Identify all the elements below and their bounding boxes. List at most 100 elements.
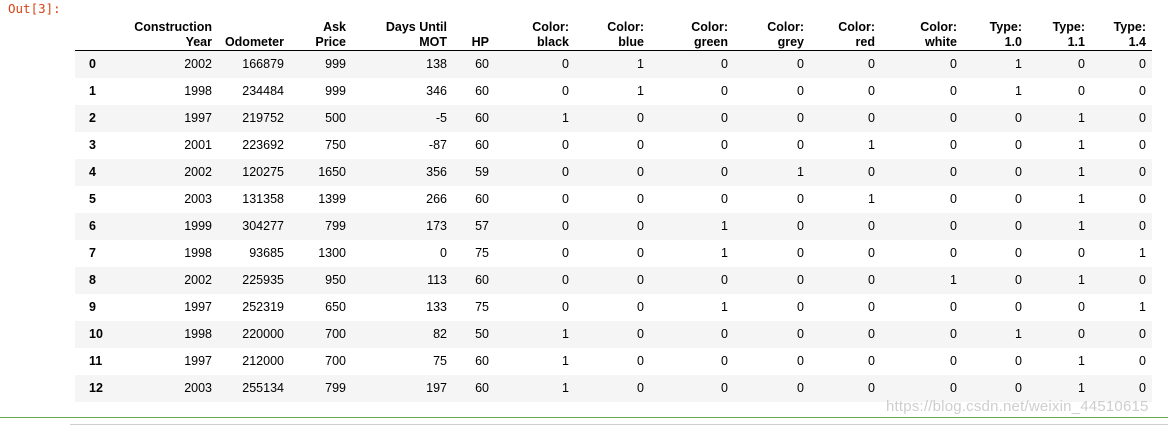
table-cell: 252319 bbox=[242, 300, 284, 314]
row-index: 10 bbox=[89, 327, 103, 341]
table-row: 2 1997 219752 500 -5 60 1 0 0 0 0 0 0 1 0 bbox=[75, 104, 1152, 132]
column-header-label: Color: grey bbox=[767, 20, 804, 49]
table-row: 1 1998 234484 999 346 60 0 1 0 0 0 0 1 0 0 bbox=[75, 78, 1152, 105]
table-cell: 0 bbox=[950, 246, 957, 260]
table-cell: 1997 bbox=[184, 111, 212, 125]
table-cell: 0 bbox=[637, 111, 644, 125]
table-cell: 0 bbox=[562, 165, 569, 179]
table-cell: 120275 bbox=[242, 165, 284, 179]
table-cell: 0 bbox=[868, 300, 875, 314]
column-header-label: HP bbox=[471, 35, 489, 49]
table-cell: 0 bbox=[1015, 300, 1022, 314]
table-cell: 0 bbox=[562, 57, 569, 72]
column-header: Color: green bbox=[650, 12, 734, 51]
table-cell: 75 bbox=[475, 300, 489, 314]
table-cell: 0 bbox=[1078, 327, 1085, 341]
notebook-output-cell: Out[3]: Construction Year Odometer Ask P… bbox=[0, 0, 1168, 427]
table-cell: 0 bbox=[1015, 273, 1022, 287]
column-header: Color: red bbox=[810, 12, 881, 51]
table-cell: 1650 bbox=[318, 165, 346, 179]
table-cell: 1 bbox=[562, 354, 569, 368]
table-cell: 0 bbox=[1078, 84, 1085, 98]
table-cell: 60 bbox=[475, 57, 489, 72]
table-cell: 0 bbox=[637, 246, 644, 260]
column-header-label: Color: white bbox=[920, 20, 957, 49]
table-cell: 0 bbox=[721, 273, 728, 287]
table-cell: 1 bbox=[637, 84, 644, 98]
table-cell: 0 bbox=[868, 111, 875, 125]
table-cell: 0 bbox=[721, 111, 728, 125]
column-header: Color: black bbox=[495, 12, 575, 51]
table-row: 10 1998 220000 700 82 50 1 0 0 0 0 0 1 0 0 bbox=[75, 320, 1152, 348]
table-row: 4 2002 120275 1650 356 59 0 0 0 1 0 0 0 1 0 bbox=[75, 158, 1152, 186]
table-cell: 0 bbox=[950, 192, 957, 206]
table-cell: 57 bbox=[475, 219, 489, 233]
table-row: 8 2002 225935 950 113 60 0 0 0 0 0 1 0 1 0 bbox=[75, 266, 1152, 294]
table-cell: 0 bbox=[721, 57, 728, 72]
table-cell: 1 bbox=[562, 111, 569, 125]
column-header-label: Days Until MOT bbox=[385, 20, 447, 49]
row-index: 12 bbox=[89, 381, 103, 395]
table-cell: 1 bbox=[1078, 165, 1085, 179]
row-index: 8 bbox=[89, 273, 96, 287]
table-cell: 999 bbox=[325, 84, 346, 98]
table-cell: 0 bbox=[868, 273, 875, 287]
table-cell: 0 bbox=[868, 246, 875, 260]
table-cell: 0 bbox=[797, 111, 804, 125]
table-cell: 1 bbox=[1015, 84, 1022, 98]
table-cell: 0 bbox=[797, 219, 804, 233]
table-cell: 0 bbox=[1139, 111, 1146, 125]
table-cell: -5 bbox=[435, 111, 447, 125]
table-cell: 0 bbox=[1139, 327, 1146, 341]
table-cell: 950 bbox=[325, 273, 346, 287]
table-cell: 0 bbox=[868, 57, 875, 72]
table-cell: 59 bbox=[475, 165, 489, 179]
table-cell: 0 bbox=[1015, 111, 1022, 125]
table-cell: 0 bbox=[1015, 219, 1022, 233]
table-cell: 173 bbox=[426, 219, 447, 233]
table-cell: 1 bbox=[721, 300, 728, 314]
table-cell: 1 bbox=[1078, 138, 1085, 152]
table-cell: 999 bbox=[325, 57, 346, 72]
table-cell: 0 bbox=[950, 111, 957, 125]
table-cell: 2001 bbox=[184, 138, 212, 152]
table-cell: 0 bbox=[637, 300, 644, 314]
table-cell: 1 bbox=[562, 381, 569, 395]
table-cell: 0 bbox=[1139, 84, 1146, 98]
table-cell: 0 bbox=[797, 327, 804, 341]
table-cell: 0 bbox=[637, 138, 644, 152]
table-cell: 1 bbox=[1139, 246, 1146, 260]
table-cell: 1 bbox=[1015, 327, 1022, 341]
table-cell: 0 bbox=[721, 327, 728, 341]
table-cell: 1 bbox=[1078, 354, 1085, 368]
table-cell: 1998 bbox=[184, 327, 212, 341]
table-cell: 0 bbox=[797, 246, 804, 260]
table-cell: 223692 bbox=[242, 138, 284, 152]
table-cell: 197 bbox=[426, 381, 447, 395]
table-cell: 0 bbox=[868, 165, 875, 179]
output-prompt: Out[3]: bbox=[8, 1, 61, 16]
column-header-label: Type: 1.0 bbox=[989, 20, 1022, 49]
table-cell: 2003 bbox=[184, 381, 212, 395]
table-cell: 356 bbox=[426, 165, 447, 179]
table-cell: 0 bbox=[721, 84, 728, 98]
table-cell: 0 bbox=[1015, 354, 1022, 368]
table-cell: 0 bbox=[721, 138, 728, 152]
column-header: Color: white bbox=[881, 12, 963, 51]
column-header-label: Color: green bbox=[691, 20, 728, 49]
table-cell: 113 bbox=[427, 273, 447, 287]
table-cell: 0 bbox=[637, 327, 644, 341]
table-cell: 0 bbox=[637, 273, 644, 287]
table-cell: 93685 bbox=[249, 246, 284, 260]
table-cell: 133 bbox=[426, 300, 447, 314]
table-cell: 0 bbox=[1015, 192, 1022, 206]
table-cell: 0 bbox=[1078, 300, 1085, 314]
table-cell: 0 bbox=[1139, 165, 1146, 179]
table-cell: 1 bbox=[868, 192, 875, 206]
table-cell: 2003 bbox=[184, 192, 212, 206]
table-cell: 700 bbox=[325, 327, 346, 341]
table-row: 6 1999 304277 799 173 57 0 0 1 0 0 0 0 1 0 bbox=[75, 212, 1152, 240]
row-index: 1 bbox=[89, 84, 96, 98]
table-cell: 255134 bbox=[242, 381, 284, 395]
table-cell: 0 bbox=[637, 354, 644, 368]
